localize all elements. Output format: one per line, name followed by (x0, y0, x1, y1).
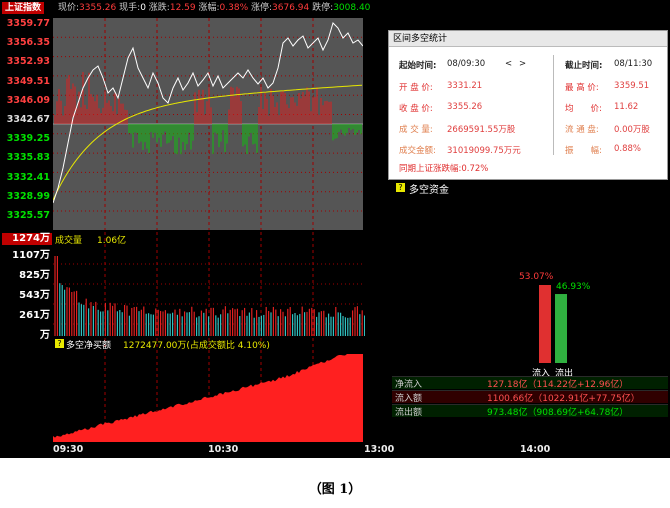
start-time[interactable]: 08/09:30 (447, 59, 485, 69)
stat-l: 收 盘 价: (399, 104, 433, 114)
stat-r: 振 幅: (565, 146, 602, 156)
price-tick: 3328.99 (6, 190, 50, 202)
sync-change: 同期上证涨跌幅:0.72% (399, 164, 489, 174)
volume-title: 成交量 (55, 236, 83, 246)
panel-title: 区间多空统计 (389, 31, 667, 47)
outflow-bar (555, 294, 567, 363)
stat-rv: 11.62 (614, 102, 639, 112)
stat-lv: 31019099.75万元 (447, 146, 521, 156)
stat-rv: 0.88% (614, 144, 642, 154)
volume-current: 1274万 (2, 233, 52, 245)
fund-row-value: 127.18亿（114.22亿+12.96亿） (487, 380, 629, 390)
start-label: 起始时间: (399, 61, 437, 71)
pct-label: 涨幅: (198, 3, 220, 13)
stat-lv: 2669591.55万股 (447, 125, 516, 135)
out-pct: 46.93% (556, 282, 591, 292)
limit-up-value: 3676.94 (272, 3, 310, 13)
quote-line: 现价:3355.26 现手:0 涨跌:12.59 涨幅:0.38% 涨停:367… (58, 0, 370, 16)
price-tick: 3325.57 (6, 210, 50, 221)
net-buy-chart-svg (53, 338, 363, 442)
volume-tick: 543万 (19, 290, 50, 301)
change-label: 涨跌: (148, 3, 170, 13)
stat-r: 流 通 盘: (565, 125, 599, 135)
fund-panel: ? 多空资金 53.07% 46.93% 流入 流出 净流入 127.18亿（11… (392, 180, 668, 420)
app-window: 上证指数 现价:3355.26 现手:0 涨跌:12.59 涨幅:0.38% 涨… (0, 0, 670, 458)
volume-tick: 261万 (19, 310, 50, 321)
stat-rv: 0.00万股 (614, 125, 650, 135)
stat-lv: 3331.21 (447, 81, 483, 91)
fund-row: 净流入 127.18亿（114.22亿+12.96亿） (392, 376, 668, 390)
net-buy-area (53, 354, 363, 442)
quote-header: 上证指数 现价:3355.26 现手:0 涨跌:12.59 涨幅:0.38% 涨… (0, 0, 670, 16)
net-buy-title: 多空净买额 (66, 341, 112, 351)
price-tick: 3359.77 (6, 18, 50, 29)
volume-tick: 825万 (19, 270, 50, 281)
stat-lv: 3355.26 (447, 102, 483, 112)
hand-label: 现手: (119, 3, 141, 13)
help-icon[interactable]: ? (55, 339, 64, 348)
limit-down-label: 跌停: (312, 3, 334, 13)
volume-chart-svg (53, 232, 365, 336)
price-tick: 3335.83 (6, 152, 50, 164)
stat-rv: 3359.51 (614, 81, 650, 91)
index-name[interactable]: 上证指数 (2, 2, 45, 14)
stat-r: 均 价: (565, 104, 602, 114)
stat-r: 最 高 价: (565, 83, 599, 93)
price-tick: 3349.51 (6, 75, 50, 87)
volume-amount: 1.06亿 (97, 236, 127, 246)
pct-value: 0.38% (219, 3, 249, 13)
price-chart[interactable] (53, 18, 363, 230)
nav-prev-button[interactable]: < (505, 59, 512, 69)
net-buy-value: 1272477.00万(占成交额比 4.10%) (123, 341, 270, 351)
volume-tick: 1107万 (12, 250, 50, 261)
fund-row-value: 1100.66亿（1022.91亿+77.75亿） (487, 394, 640, 404)
inflow-bar (539, 285, 551, 363)
fund-row-value: 973.48亿（908.69亿+64.78亿） (487, 408, 629, 418)
in-pct: 53.07% (519, 272, 554, 282)
end-label: 截止时间: (565, 61, 603, 71)
fund-row: 流入额 1100.66亿（1022.91亿+77.75亿） (392, 390, 668, 404)
volume-chart[interactable]: 成交量 1.06亿 (53, 232, 365, 336)
price-tick: 3342.67 (6, 114, 50, 125)
price-tick: 3332.41 (6, 171, 50, 183)
price-chart-svg (53, 18, 363, 230)
time-tick: 10:30 (208, 444, 239, 455)
fund-row: 流出额 973.48亿（908.69亿+64.78亿） (392, 404, 668, 418)
nav-next-button[interactable]: > (519, 59, 526, 69)
price-tick: 3339.25 (6, 133, 50, 145)
limit-down-value: 3008.40 (333, 3, 371, 13)
time-axis: 09:30 10:30 13:00 14:00 (0, 442, 670, 458)
time-tick: 14:00 (520, 444, 551, 455)
fund-row-label: 净流入 (395, 380, 423, 390)
price-tick: 3352.93 (6, 56, 50, 68)
price-label: 现价: (58, 3, 80, 13)
panel-divider (553, 55, 554, 155)
fund-row-label: 流出额 (395, 408, 423, 418)
hand-value: 0 (140, 3, 146, 13)
limit-up-label: 涨停: (251, 3, 273, 13)
price-tick: 3356.35 (6, 37, 50, 49)
change-value: 12.59 (169, 3, 196, 13)
price-value: 3355.26 (79, 3, 117, 13)
price-tick: 3346.09 (6, 94, 50, 106)
net-buy-chart[interactable]: ? 多空净买额 1272477.00万(占成交额比 4.10%) (53, 338, 365, 442)
stat-l: 成 交 量: (399, 125, 433, 135)
stat-l: 开 盘 价: (399, 83, 433, 93)
interval-stats-panel: 区间多空统计 起始时间: 08/09:30 < > 截止时间: 08/11:30… (388, 30, 668, 180)
volume-tick: 万 (40, 330, 50, 341)
time-tick: 09:30 (53, 444, 84, 455)
figure-caption: （图 1） (308, 482, 362, 497)
time-tick: 13:00 (364, 444, 395, 455)
end-time[interactable]: 08/11:30 (614, 59, 652, 69)
stat-l: 成交金额: (399, 146, 436, 156)
fund-row-label: 流入额 (395, 394, 423, 404)
